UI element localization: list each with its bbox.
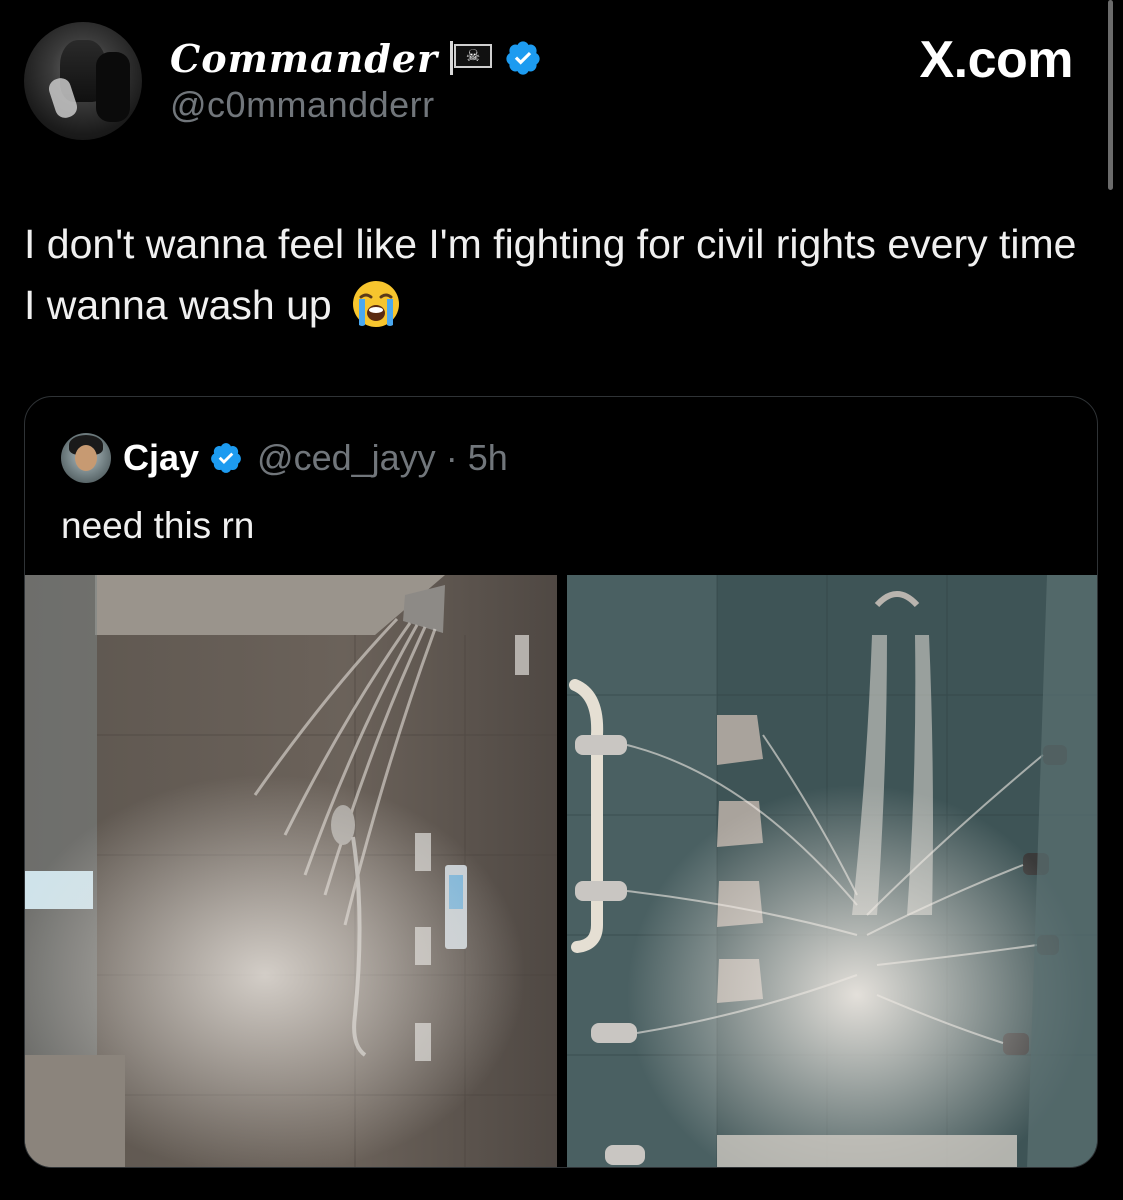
site-brand-label: X.com (919, 31, 1073, 89)
quoted-media-left[interactable] (25, 575, 557, 1167)
author-avatar[interactable] (24, 22, 142, 140)
verified-badge-icon (506, 41, 540, 75)
loudly-crying-face-icon (353, 281, 400, 327)
quoted-tweet-header: Cjay @ced_jayy · 5h (123, 435, 508, 481)
shower-photo-right (567, 575, 1097, 1167)
avatar-hood (96, 52, 130, 122)
pirate-flag-icon: ☠ (448, 41, 494, 75)
author-name-row[interactable]: Commander ☠ (170, 32, 542, 84)
shower-photo-left (25, 575, 557, 1167)
quoted-author-name[interactable]: Cjay (123, 437, 199, 479)
quoted-tweet-card[interactable]: Cjay @ced_jayy · 5h need this rn (24, 396, 1098, 1168)
tweet-body: I don't wanna feel like I'm fighting for… (24, 221, 1077, 328)
quoted-media-right[interactable] (567, 575, 1097, 1167)
quoted-separator: · (445, 437, 458, 478)
quoted-timestamp[interactable]: 5h (468, 437, 508, 479)
scrollbar-thumb[interactable] (1108, 0, 1113, 190)
author-handle[interactable]: @c0mmandderr (170, 84, 435, 126)
quoted-author-handle[interactable]: @ced_jayy (257, 437, 436, 479)
tweet-text: I don't wanna feel like I'm fighting for… (24, 214, 1084, 336)
author-display-name[interactable]: Commander (170, 36, 438, 81)
quoted-verified-badge-icon (211, 443, 241, 473)
quoted-author-avatar[interactable] (61, 433, 111, 483)
quoted-tweet-text: need this rn (61, 505, 255, 546)
